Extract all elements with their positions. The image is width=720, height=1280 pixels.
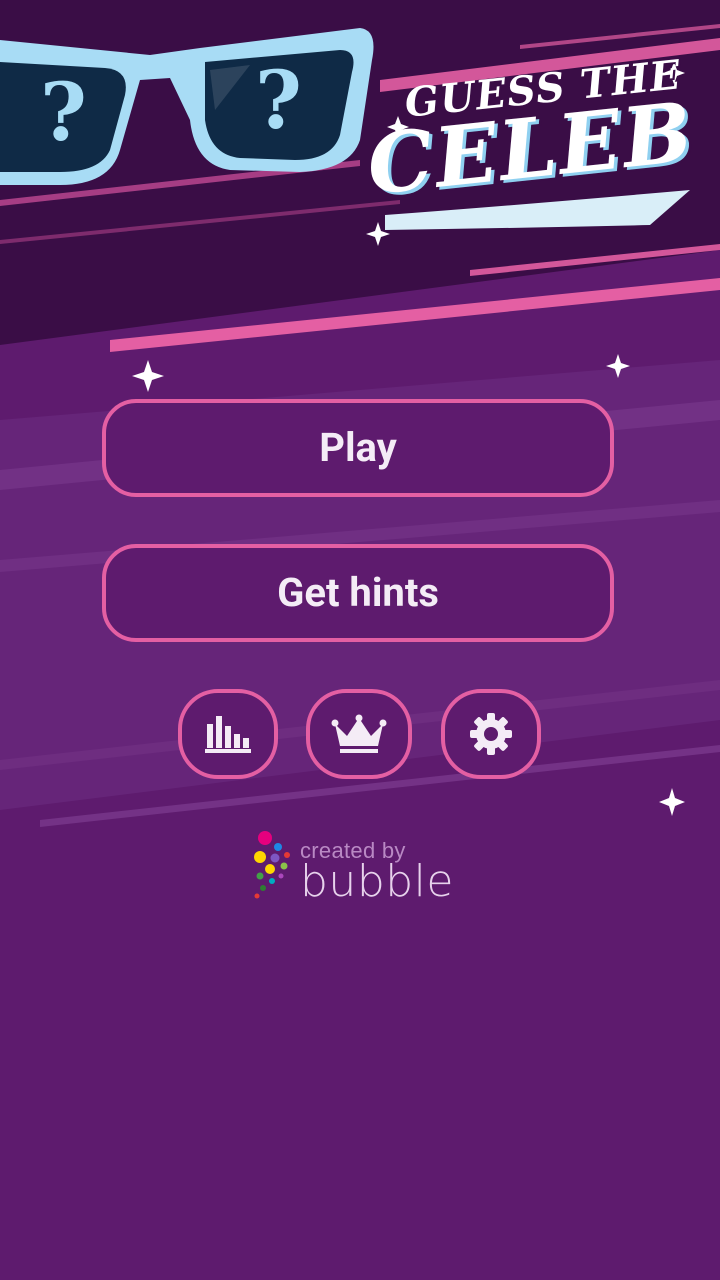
sparkle [132, 360, 164, 392]
play-button[interactable]: Play [102, 399, 614, 497]
bar-chart-icon [205, 716, 251, 753]
get-hints-button[interactable]: Get hints [102, 544, 614, 642]
gear-icon [470, 713, 512, 755]
question-mark-right: ? [255, 53, 302, 147]
bubble-wordmark: bubble [300, 856, 454, 907]
stats-button[interactable] [178, 689, 278, 779]
game-title: GUESS THE CELEB [360, 51, 710, 250]
leaderboard-button[interactable] [306, 689, 412, 779]
bubble-branding: created by bubble [248, 828, 478, 907]
sparkle [659, 788, 685, 816]
bubble-logo-icon [254, 831, 290, 899]
question-mark-left: ? [40, 65, 87, 159]
settings-button[interactable] [441, 689, 541, 779]
crown-icon [331, 714, 387, 753]
